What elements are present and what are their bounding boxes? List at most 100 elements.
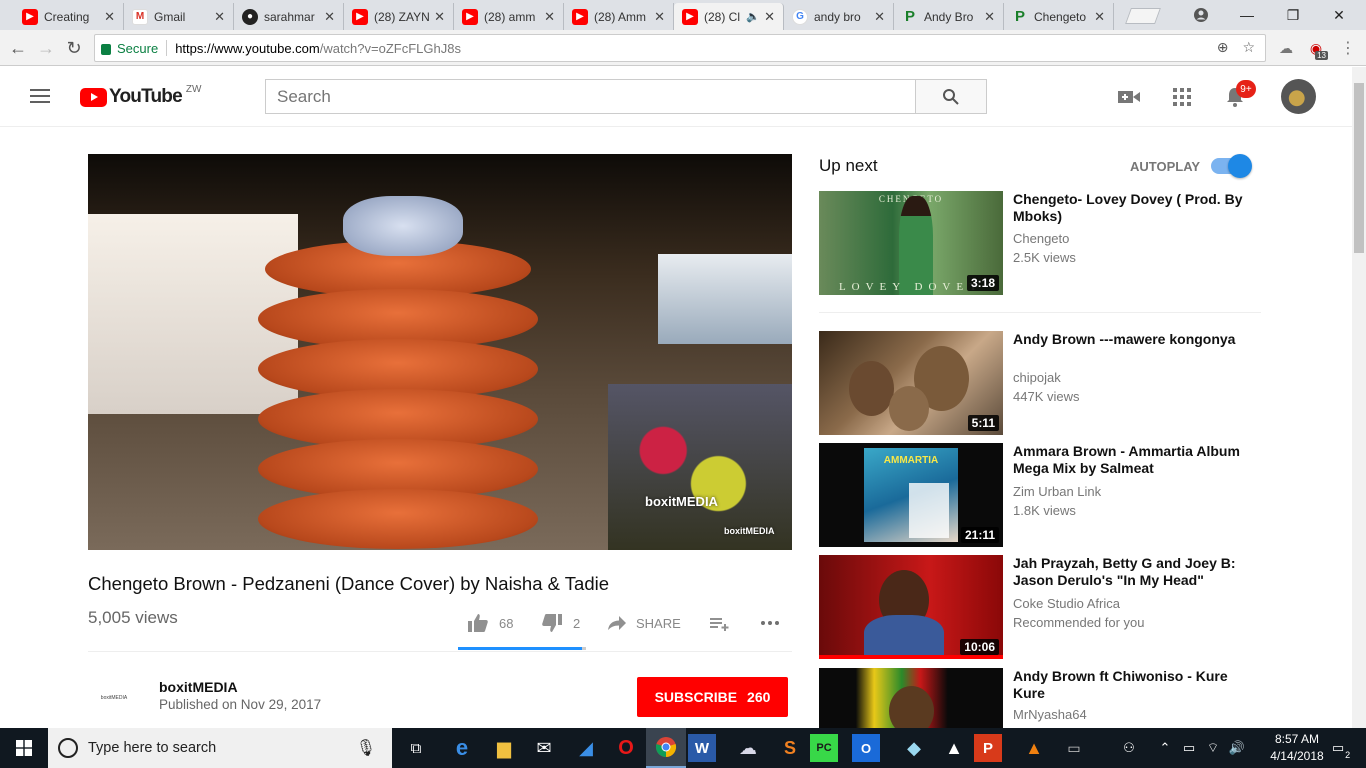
minimize-icon[interactable]: — — [1224, 0, 1270, 30]
search-button[interactable] — [915, 79, 987, 114]
like-button[interactable]: 68 — [467, 610, 513, 636]
close-icon[interactable]: ✕ — [544, 9, 555, 25]
back-icon[interactable]: ← — [6, 36, 30, 60]
browser-tab[interactable]: ● sarahmar ✕ — [234, 3, 344, 30]
recommended-title[interactable]: Jah Prayzah, Betty G and Joey B: Jason D… — [1013, 555, 1253, 589]
close-icon[interactable]: ✕ — [984, 9, 995, 25]
subscribe-button[interactable]: SUBSCRIBE 260 — [637, 677, 788, 717]
profile-icon[interactable] — [1178, 0, 1224, 30]
video-title: Chengeto Brown - Pedzaneni (Dance Cover)… — [88, 573, 610, 594]
new-tab-button[interactable] — [1125, 8, 1161, 24]
share-button[interactable]: SHARE — [608, 610, 681, 636]
browser-tab[interactable]: ▶ (28) amm ✕ — [454, 3, 564, 30]
recommended-title[interactable]: Andy Brown ---mawere kongonya — [1013, 331, 1253, 348]
microphone-icon[interactable]: 🎙 — [356, 738, 376, 758]
window-close-icon[interactable]: ✕ — [1316, 0, 1362, 30]
pycharm-icon[interactable]: PC — [810, 734, 838, 762]
chrome-icon[interactable] — [646, 728, 686, 768]
video-player[interactable]: boxitMEDIA boxitMEDIA — [88, 154, 792, 550]
dislike-button[interactable]: 2 — [541, 610, 580, 636]
search-input[interactable] — [265, 79, 916, 114]
people-icon[interactable]: ⚇ — [1118, 728, 1140, 768]
google-icon: G — [792, 8, 808, 25]
forward-icon[interactable]: → — [34, 36, 58, 60]
video-thumbnail[interactable]: 10:06 — [819, 555, 1003, 659]
subscriber-count: 260 — [747, 689, 771, 705]
browser-tab[interactable]: M Gmail ✕ — [124, 3, 234, 30]
recommended-title[interactable]: Andy Brown ft Chiwoniso - Kure Kure — [1013, 668, 1253, 702]
close-icon[interactable]: ✕ — [654, 9, 665, 25]
volume-icon[interactable]: 🔊 — [1226, 728, 1248, 768]
close-icon[interactable]: ✕ — [874, 9, 885, 25]
mail-icon[interactable]: ✉ — [524, 728, 564, 768]
browser-tab[interactable]: G andy bro ✕ — [784, 3, 894, 30]
wifi-icon[interactable]: ⌔ — [1202, 728, 1224, 768]
outlook-icon[interactable]: O — [852, 734, 880, 762]
more-actions-button[interactable] — [760, 610, 790, 636]
browser-tab[interactable]: ▶ Creating ✕ — [14, 3, 124, 30]
taskbar-clock[interactable]: 8:57 AM 4/14/2018 — [1270, 731, 1324, 765]
browser-tab[interactable]: P Andy Bro ✕ — [894, 3, 1004, 30]
recommended-video[interactable]: 5:11 Andy Brown ---mawere kongonya chipo… — [819, 331, 1261, 435]
clock-date: 4/14/2018 — [1270, 749, 1324, 763]
add-to-playlist-button[interactable] — [710, 610, 740, 636]
battery-icon[interactable]: ▭ — [1178, 728, 1200, 768]
opera-icon[interactable]: O — [606, 728, 646, 768]
windows-start-icon[interactable] — [0, 728, 48, 768]
close-icon[interactable]: ✕ — [1094, 9, 1105, 25]
app-icon[interactable]: ◢ — [566, 728, 606, 768]
recommended-video[interactable]: AMMARTIA 21:11 Ammara Brown - Ammartia A… — [819, 443, 1261, 547]
terminal-icon[interactable]: ▭ — [1054, 728, 1094, 768]
maximize-icon[interactable]: ❐ — [1270, 0, 1316, 30]
avatar[interactable] — [1281, 79, 1316, 114]
recommended-video[interactable]: CHENGETO LOVEY DOVEY 3:18 Chengeto- Love… — [819, 191, 1261, 295]
recommended-video[interactable]: Andy Brown ft Chiwoniso - Kure Kure MrNy… — [819, 668, 1261, 728]
speaker-icon[interactable]: 🔈 — [746, 10, 760, 23]
close-icon[interactable]: ✕ — [764, 9, 775, 25]
browser-tab-active[interactable]: ▶ (28) Cl 🔈 ✕ — [674, 3, 784, 30]
close-icon[interactable]: ✕ — [104, 9, 115, 25]
close-icon[interactable]: ✕ — [434, 9, 445, 25]
browser-tab[interactable]: ▶ (28) Amm ✕ — [564, 3, 674, 30]
word-icon[interactable]: W — [688, 734, 716, 762]
extension-badge-icon[interactable]: ◉ 13 — [1304, 36, 1328, 60]
task-view-icon[interactable]: ⧉ — [396, 728, 436, 768]
youtube-logo[interactable]: YouTube ZW — [80, 84, 201, 108]
autoplay-toggle-knob[interactable] — [1228, 154, 1252, 178]
taskbar-search-box[interactable]: Type here to search 🎙 — [48, 728, 392, 768]
close-icon[interactable]: ✕ — [324, 9, 335, 25]
video-thumbnail[interactable]: 5:11 — [819, 331, 1003, 435]
vlc-icon[interactable]: ▲ — [1014, 728, 1054, 768]
powerpoint-icon[interactable]: P — [974, 734, 1002, 762]
address-bar[interactable]: Secure https://www.youtube.com/watch?v=o… — [94, 34, 1266, 62]
tray-chevron-icon[interactable]: ⌃ — [1154, 728, 1176, 768]
action-center-icon[interactable]: ▭ 2 — [1324, 728, 1352, 768]
thumbs-up-icon — [467, 613, 489, 633]
zoom-icon[interactable]: ⊕ — [1217, 39, 1229, 56]
scrollbar-thumb[interactable] — [1354, 83, 1364, 253]
bookmark-star-icon[interactable]: ☆ — [1242, 39, 1255, 56]
file-explorer-icon[interactable]: ▆ — [484, 728, 524, 768]
edge-icon[interactable]: e — [442, 728, 482, 768]
recommended-video[interactable]: 10:06 Jah Prayzah, Betty G and Joey B: J… — [819, 555, 1261, 659]
photos-icon[interactable]: ▲ — [934, 728, 974, 768]
channel-avatar[interactable]: boxitMEDIA — [94, 678, 134, 718]
apps-grid-icon[interactable] — [1170, 85, 1194, 109]
reload-icon[interactable]: ↻ — [62, 36, 86, 60]
extension-icon[interactable]: ☁ — [1274, 36, 1298, 60]
video-thumbnail[interactable]: AMMARTIA 21:11 — [819, 443, 1003, 547]
browser-tab[interactable]: P Chengeto ✕ — [1004, 3, 1114, 30]
paint-icon[interactable]: ☁ — [728, 728, 768, 768]
video-thumbnail[interactable] — [819, 668, 1003, 728]
browser-tab[interactable]: ▶ (28) ZAYN ✕ — [344, 3, 454, 30]
recommended-title[interactable]: Ammara Brown - Ammartia Album Mega Mix b… — [1013, 443, 1253, 477]
video-thumbnail[interactable]: CHENGETO LOVEY DOVEY 3:18 — [819, 191, 1003, 295]
close-icon[interactable]: ✕ — [214, 9, 225, 25]
menu-icon[interactable]: ⋮ — [1336, 36, 1360, 60]
hamburger-menu-icon[interactable] — [30, 89, 50, 104]
sublime-icon[interactable]: S — [770, 728, 810, 768]
app-icon[interactable]: ◆ — [894, 728, 934, 768]
channel-name[interactable]: boxitMEDIA — [159, 679, 238, 695]
upload-video-icon[interactable] — [1117, 85, 1141, 109]
recommended-title[interactable]: Chengeto- Lovey Dovey ( Prod. By Mboks) — [1013, 191, 1253, 225]
